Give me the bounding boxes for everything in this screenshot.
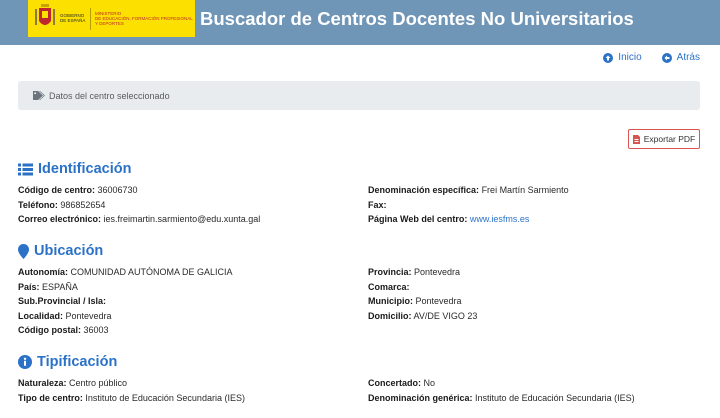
field-telefono: Teléfono: 986852654: [18, 198, 368, 213]
gov-line-2: DE ESPAÑA: [60, 18, 86, 23]
field-pais: País: ESPAÑA: [18, 280, 368, 295]
field-web: Página Web del centro: www.iesfms.es: [368, 212, 700, 227]
home-link-label: Inicio: [618, 52, 642, 63]
field-value: Pontevedra: [65, 310, 112, 321]
field-value: 986852654: [60, 199, 106, 210]
field-denominacion-generica: Denominación genérica: Instituto de Educ…: [368, 391, 700, 406]
ubicacion-title: Ubicación: [34, 243, 104, 259]
field-value: Instituto de Educación Secundaria (IES): [475, 392, 635, 403]
selected-center-bar: Datos del centro seleccionado: [18, 81, 700, 110]
field-label: Tipo de centro:: [18, 392, 83, 403]
app-header: GOBIERNO DE ESPAÑA MINISTERIO DE EDUCACI…: [0, 0, 720, 45]
field-label: Localidad:: [18, 310, 64, 321]
field-value: AV/DE VIGO 23: [413, 310, 478, 321]
field-label: Correo electrónico:: [18, 214, 102, 225]
field-localidad: Localidad: Pontevedra: [18, 309, 368, 324]
field-tipo-centro: Tipo de centro: Instituto de Educación S…: [18, 391, 368, 406]
field-label: Domicilio:: [368, 310, 412, 321]
map-marker-icon: [18, 243, 29, 259]
government-logo[interactable]: GOBIERNO DE ESPAÑA MINISTERIO DE EDUCACI…: [28, 0, 195, 37]
field-value: Frei Martín Sarmiento: [481, 185, 569, 195]
field-value: 36006730: [97, 185, 138, 195]
field-value: 36003: [83, 325, 109, 336]
pdf-icon: [632, 134, 640, 144]
field-value: Pontevedra: [415, 296, 462, 307]
app-title: Buscador de Centros Docentes No Universi…: [200, 8, 634, 29]
field-label: Concertado:: [368, 378, 422, 388]
field-label: Comarca:: [368, 281, 410, 292]
field-subprovincial: Sub.Provincial / Isla:: [18, 294, 368, 309]
ubicacion-section: Ubicación Autonomía: COMUNIDAD AUTÓNOMA …: [18, 242, 700, 338]
field-label: Fax:: [368, 199, 387, 210]
home-icon: [603, 52, 614, 63]
field-codigo-centro: Código de centro: 36006730: [18, 183, 368, 198]
back-link[interactable]: Atrás: [661, 52, 700, 63]
field-label: Sub.Provincial / Isla:: [18, 296, 107, 307]
back-arrow-icon: [661, 52, 672, 63]
tipificacion-section: Tipificación Naturaleza: Centro público …: [18, 353, 700, 405]
tipificacion-heading: Tipificación: [18, 353, 700, 371]
ministry-line-3: Y DEPORTES: [95, 21, 124, 26]
info-icon: [18, 355, 32, 369]
field-value: ies.freimartin.sarmiento@edu.xunta.gal: [103, 214, 261, 225]
field-codigo-postal: Código postal: 36003: [18, 323, 368, 338]
tipificacion-title: Tipificación: [37, 354, 118, 370]
list-icon: [18, 163, 33, 175]
field-label: Teléfono:: [18, 199, 58, 210]
spain-coat-of-arms-icon: [35, 4, 55, 25]
home-link[interactable]: Inicio: [603, 52, 642, 63]
field-label: Denominación genérica:: [368, 392, 473, 403]
field-label: Municipio:: [368, 296, 413, 307]
export-pdf-label: Exportar PDF: [643, 134, 696, 144]
field-domicilio: Domicilio: AV/DE VIGO 23: [368, 309, 700, 324]
identificacion-section: Identificación Código de centro: 3600673…: [18, 160, 700, 227]
field-label: Página Web del centro:: [368, 214, 468, 225]
government-label: GOBIERNO DE ESPAÑA: [60, 13, 85, 23]
field-value: Pontevedra: [414, 267, 461, 277]
field-value: Instituto de Educación Secundaria (IES): [85, 392, 245, 403]
field-value: Centro público: [69, 378, 128, 388]
export-pdf-button[interactable]: Exportar PDF: [628, 129, 700, 149]
field-concertado: Concertado: No: [368, 376, 700, 391]
field-label: Código postal:: [18, 325, 81, 336]
tag-icon: [33, 91, 45, 100]
field-label: País:: [18, 281, 40, 292]
field-label: Código de centro:: [18, 185, 95, 195]
logo-divider: [90, 8, 91, 30]
field-municipio: Municipio: Pontevedra: [368, 294, 700, 309]
field-correo: Correo electrónico: ies.freimartin.sarmi…: [18, 212, 368, 227]
selected-center-label: Datos del centro seleccionado: [49, 90, 170, 101]
field-provincia: Provincia: Pontevedra: [368, 265, 700, 280]
field-naturaleza: Naturaleza: Centro público: [18, 376, 368, 391]
field-label: Naturaleza:: [18, 378, 67, 388]
field-label: Provincia:: [368, 267, 412, 277]
field-comarca: Comarca:: [368, 280, 700, 295]
identificacion-title: Identificación: [38, 161, 132, 177]
top-nav: Inicio Atrás: [603, 52, 700, 63]
field-label: Denominación específica:: [368, 185, 480, 195]
field-value: No: [423, 378, 436, 388]
field-autonomia: Autonomía: COMUNIDAD AUTÓNOMA DE GALICIA: [18, 265, 368, 280]
field-value: ESPAÑA: [42, 281, 78, 292]
back-link-label: Atrás: [676, 52, 700, 63]
identificacion-heading: Identificación: [18, 160, 700, 178]
ubicacion-heading: Ubicación: [18, 242, 700, 260]
field-label: Autonomía:: [18, 267, 68, 277]
field-fax: Fax:: [368, 198, 700, 213]
field-denominacion-especifica: Denominación específica: Frei Martín Sar…: [368, 183, 700, 198]
field-value: COMUNIDAD AUTÓNOMA DE GALICIA: [70, 267, 233, 277]
web-link[interactable]: www.iesfms.es: [470, 214, 530, 224]
ministry-label: MINISTERIO DE EDUCACIÓN, FORMACIÓN PROFE…: [95, 11, 193, 26]
